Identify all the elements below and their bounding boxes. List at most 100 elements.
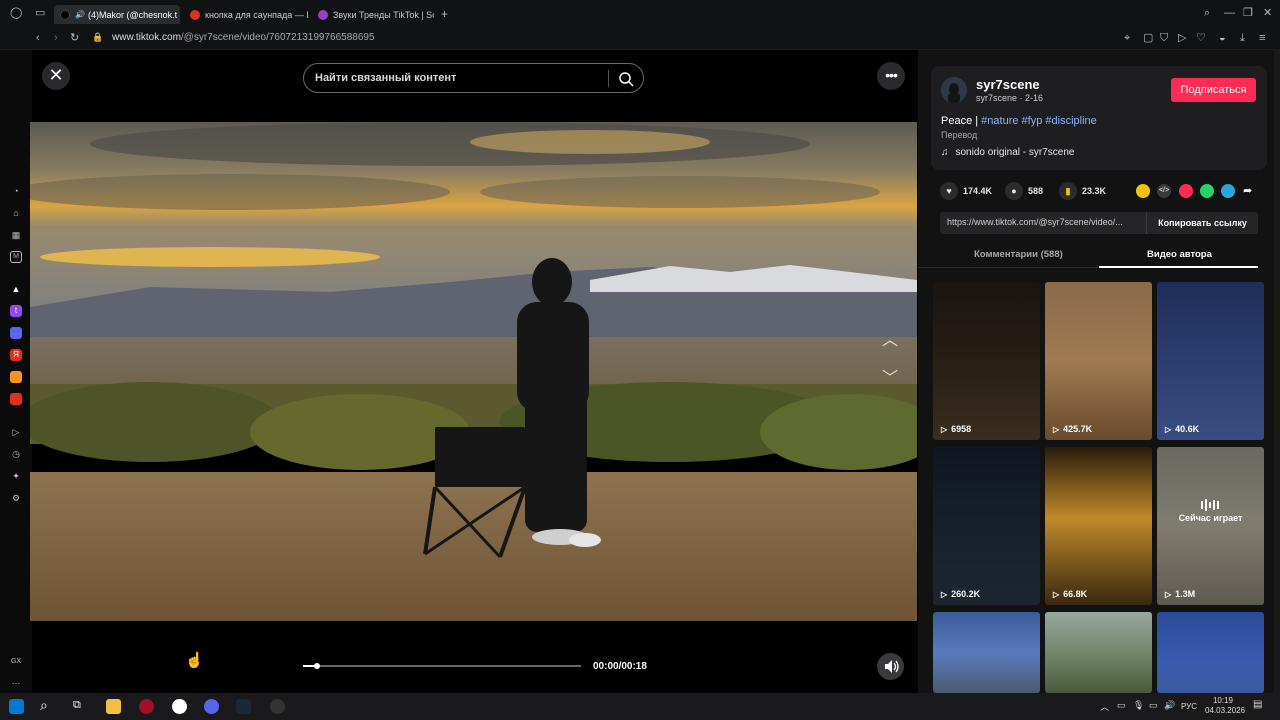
whatsapp-icon[interactable] — [1200, 184, 1214, 198]
avatar[interactable] — [941, 77, 967, 103]
url-field[interactable]: www.tiktok.com/@syr7scene/video/76072131… — [112, 32, 375, 43]
volume-button[interactable] — [877, 653, 904, 680]
discord-icon[interactable] — [10, 327, 22, 339]
video-thumbnail[interactable]: ▷ 425.7K — [1045, 282, 1152, 440]
menu-icon[interactable]: ≡ — [1259, 33, 1265, 44]
account-icon[interactable]: ◒ — [1219, 33, 1226, 44]
taskbar-clock[interactable]: 10:19 04.03.2026 — [1205, 696, 1245, 716]
like-button[interactable]: ♥ 174.4K — [940, 182, 992, 200]
telegram-icon[interactable] — [1221, 184, 1235, 198]
notifications-icon[interactable]: ▤ — [1253, 699, 1262, 710]
new-tab-icon[interactable]: + — [441, 8, 448, 20]
panel-scrollbar[interactable] — [1274, 50, 1280, 693]
pin-icon[interactable]: ⌖ — [1124, 33, 1130, 44]
settings-icon[interactable]: ⚙ — [10, 492, 22, 504]
video-link-field[interactable]: https://www.tiktok.com/@syr7scene/video/… — [940, 212, 1146, 234]
share-repost-icon[interactable] — [1136, 184, 1150, 198]
weather-icon[interactable] — [10, 371, 22, 383]
tab-comments[interactable]: Комментарии (588) — [974, 249, 1063, 260]
yandex-icon[interactable]: Я — [10, 349, 22, 361]
embed-code-icon[interactable]: </> — [1157, 184, 1171, 198]
taskbar-search-icon[interactable]: ⌕ — [40, 697, 48, 714]
gx-label[interactable]: GX — [9, 656, 23, 668]
maximize-icon[interactable]: ❐ — [1243, 8, 1253, 19]
search-tabs-icon[interactable]: ⌕ — [1204, 8, 1210, 19]
music-app-icon[interactable]: M — [10, 251, 22, 263]
music-row[interactable]: ♫ sonido original - syr7scene — [941, 147, 1074, 158]
download-icon[interactable]: ⤓ — [1240, 33, 1245, 44]
browser-logo-icon[interactable]: ◯ — [10, 8, 22, 19]
player-sidebar-icon[interactable]: ▷ — [10, 426, 22, 438]
heart-icon[interactable]: ♡ — [1196, 33, 1206, 44]
speed-dial-icon[interactable]: ◔ — [10, 185, 22, 197]
video-thumbnail[interactable] — [1157, 612, 1264, 693]
close-video-button[interactable]: ✕ — [42, 62, 70, 90]
caption-hashtags[interactable]: #nature #fyp #discipline — [981, 115, 1097, 127]
shield-icon[interactable]: ⛉ — [1160, 33, 1168, 44]
player-icon[interactable]: ▷ — [1178, 33, 1186, 44]
send-message-icon[interactable] — [1179, 184, 1193, 198]
tray-network-icon[interactable]: ▭ — [1149, 700, 1158, 711]
related-search-input[interactable]: Найти связанный контент — [303, 63, 644, 93]
progress-handle[interactable] — [313, 663, 320, 669]
yandex-browser-icon[interactable] — [172, 699, 187, 714]
bookmarks-icon[interactable]: ⌂ — [10, 207, 22, 219]
tab-tiktok-sounds[interactable]: Звуки Тренды TikTok | So — [312, 5, 434, 24]
tab-tiktok[interactable]: 🔊 (4)Makor (@chesnok.t — [54, 5, 180, 24]
video-thumbnail[interactable]: ▷ 6958 — [933, 282, 1040, 440]
comment-button[interactable]: ● 588 — [1005, 182, 1043, 200]
translate-link[interactable]: Перевод — [941, 130, 977, 140]
tab-manager-icon[interactable]: ▭ — [35, 8, 45, 19]
tray-mic-icon[interactable]: 🎙 — [1133, 700, 1144, 711]
video-thumbnail[interactable]: ▷ 260.2K — [933, 447, 1040, 605]
more-options-button[interactable]: ••• — [877, 62, 905, 90]
author-name[interactable]: syr7scene — [976, 77, 1040, 92]
opera-gx-icon[interactable] — [139, 699, 154, 714]
video-thumbnail[interactable]: ▷ 66.8K — [1045, 447, 1152, 605]
tray-battery-icon[interactable]: ▭ — [1117, 700, 1126, 711]
obs-icon[interactable] — [270, 699, 285, 714]
now-playing-label: Сейчас играет — [1178, 513, 1243, 523]
video-thumbnail[interactable] — [933, 612, 1040, 693]
extensions-icon[interactable]: ✦ — [10, 470, 22, 482]
keyboard-language[interactable]: РУС — [1181, 702, 1197, 711]
video-thumbnail-current[interactable]: Сейчас играет ▷ 1.3M — [1157, 447, 1264, 605]
video-progress-bar[interactable] — [303, 663, 581, 669]
video-thumbnail[interactable] — [1045, 612, 1152, 693]
task-view-icon[interactable]: ⧉ — [73, 699, 81, 712]
steam-icon[interactable] — [236, 699, 251, 714]
tab-label: (4)Makor (@chesnok.t — [87, 9, 178, 20]
twitch-icon[interactable]: t — [10, 305, 22, 317]
forward-icon[interactable]: › — [54, 33, 58, 44]
next-video-icon[interactable]: ﹀ — [880, 364, 900, 388]
view-count: ▷ 1.3M — [1165, 589, 1196, 599]
minimize-icon[interactable]: — — [1224, 8, 1235, 19]
reload-icon[interactable]: ↻ — [70, 33, 79, 44]
music-note-icon: ♫ — [941, 147, 949, 158]
snapshot-icon[interactable]: ▢ — [1143, 33, 1153, 44]
video-thumbnail[interactable]: ▷ 40.6K — [1157, 282, 1264, 440]
app-red-icon[interactable] — [10, 393, 22, 405]
follow-button[interactable]: Подписаться — [1171, 78, 1256, 102]
close-window-icon[interactable]: ✕ — [1263, 8, 1272, 19]
news-icon[interactable]: ▦ — [10, 229, 22, 241]
sidebar-more-icon[interactable]: ⋯ — [10, 677, 22, 689]
video-player[interactable] — [30, 122, 917, 621]
tab-creator-videos[interactable]: Видео автора — [1147, 249, 1212, 260]
more-icon: ••• — [885, 67, 898, 83]
previous-video-icon[interactable]: ︿ — [880, 326, 900, 350]
back-icon[interactable]: ‹ — [36, 33, 40, 44]
discord-taskbar-icon[interactable] — [204, 699, 219, 714]
history-icon[interactable]: ◷ — [10, 448, 22, 460]
avatar-image — [941, 77, 967, 103]
tab-search-soundpad[interactable]: кнопка для саунпада — Р — [184, 5, 308, 24]
tray-chevron-icon[interactable]: ︿ — [1100, 700, 1109, 713]
save-button[interactable]: ▮ 23.3K — [1059, 182, 1106, 200]
file-explorer-icon[interactable] — [106, 699, 121, 714]
search-icon[interactable] — [617, 70, 635, 88]
windows-start-icon[interactable] — [9, 699, 24, 714]
share-arrow-icon[interactable]: ➦ — [1243, 184, 1252, 197]
tray-volume-icon[interactable]: 🔊 — [1164, 700, 1175, 711]
copy-link-button[interactable]: Копировать ссылку — [1146, 212, 1258, 234]
aria-icon[interactable]: ▲ — [10, 283, 22, 295]
